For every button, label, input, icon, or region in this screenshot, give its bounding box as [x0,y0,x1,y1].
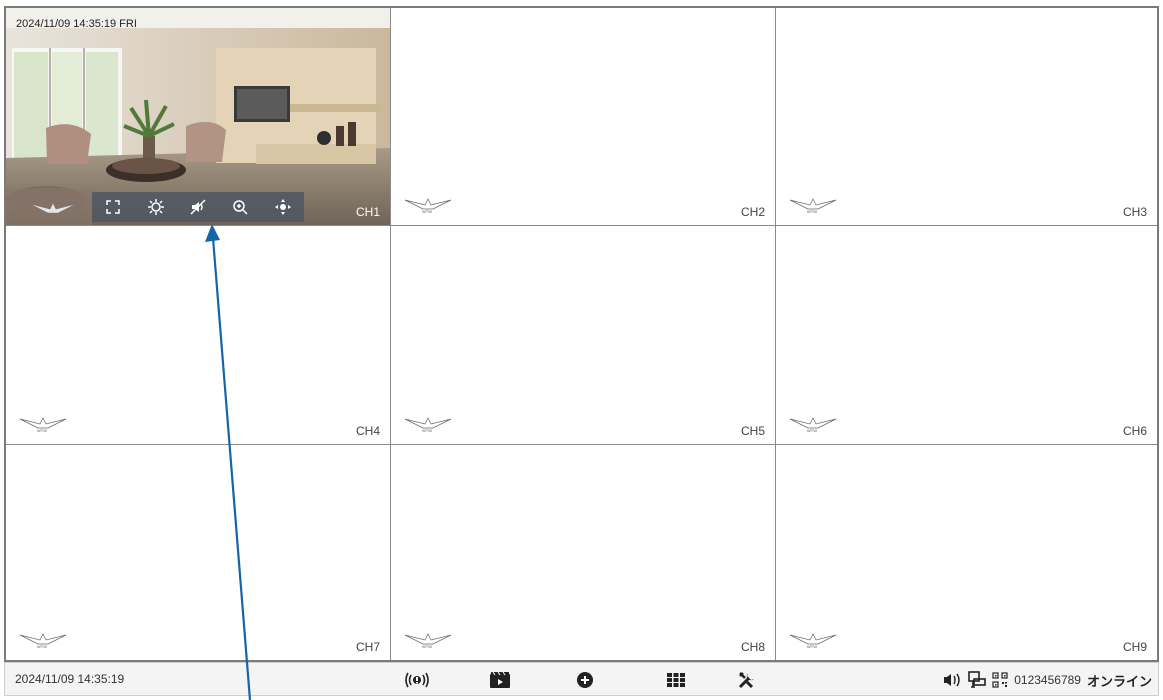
live-control-toolbar [92,192,304,222]
camera-brand-logo: WTW [19,633,67,649]
svg-text:WTW: WTW [422,428,432,433]
channel-label: CH8 [740,640,765,654]
svg-text:WTW: WTW [422,209,432,214]
camera-brand-logo: WTW [789,633,837,649]
channel-label: CH6 [1122,424,1147,438]
playback-icon[interactable] [488,669,512,691]
svg-text:WTW: WTW [807,644,817,649]
svg-text:WTW: WTW [37,428,47,433]
right-status-group: 0123456789 オンライン [942,669,1152,691]
channel-label: CH1 [355,205,380,219]
channel-label: CH5 [740,424,765,438]
channel-8-view[interactable]: WTW CH8 [391,445,776,660]
ptz-direction-icon[interactable] [271,195,295,219]
channel-7-view[interactable]: WTW CH7 [6,445,391,660]
svg-text:WTW: WTW [422,644,432,649]
add-icon[interactable] [573,669,597,691]
channel-label: CH2 [740,205,765,219]
camera-grid: 2024/11/09 14:35:19 FRI CH1 WTW CH2 WTW … [4,6,1159,662]
camera-brand-logo: WTW [404,417,452,433]
svg-text:WTW: WTW [807,428,817,433]
brightness-icon[interactable] [144,195,168,219]
channel-9-view[interactable]: WTW CH9 [776,445,1157,660]
camera-brand-logo: WTW [19,417,67,433]
camera-brand-logo [29,202,77,214]
settings-tools-icon[interactable] [735,669,759,691]
channel-4-view[interactable]: WTW CH4 [6,226,391,445]
camera-brand-logo: WTW [404,198,452,214]
alarm-icon[interactable] [405,669,429,691]
status-bar: 2024/11/09 14:35:19 0123456789 オンライン [4,662,1159,696]
system-time: 2024/11/09 14:35:19 [15,672,125,686]
channel-label: CH7 [355,640,380,654]
mute-icon[interactable] [186,195,210,219]
layout-grid-icon[interactable] [664,669,688,691]
svg-text:WTW: WTW [807,209,817,214]
channel-2-view[interactable]: WTW CH2 [391,8,776,226]
camera-brand-logo: WTW [789,198,837,214]
channel-label: CH4 [355,424,380,438]
qr-code-icon[interactable] [992,672,1008,688]
fullscreen-icon[interactable] [101,195,125,219]
channel-3-view[interactable]: WTW CH3 [776,8,1157,226]
zoom-in-icon[interactable] [228,195,252,219]
device-id: 0123456789 [1014,673,1081,687]
svg-text:WTW: WTW [37,644,47,649]
network-icon [968,671,987,689]
channel-1-view[interactable]: 2024/11/09 14:35:19 FRI CH1 [6,8,391,226]
camera-brand-logo: WTW [789,417,837,433]
network-status: オンライン [1086,673,1152,689]
channel-6-view[interactable]: WTW CH6 [776,226,1157,445]
speaker-icon[interactable] [942,671,962,689]
channel-label: CH3 [1122,205,1147,219]
channel-5-view[interactable]: WTW CH5 [391,226,776,445]
channel-label: CH9 [1122,640,1147,654]
osd-timestamp: 2024/11/09 14:35:19 FRI [16,18,137,30]
camera-brand-logo: WTW [404,633,452,649]
